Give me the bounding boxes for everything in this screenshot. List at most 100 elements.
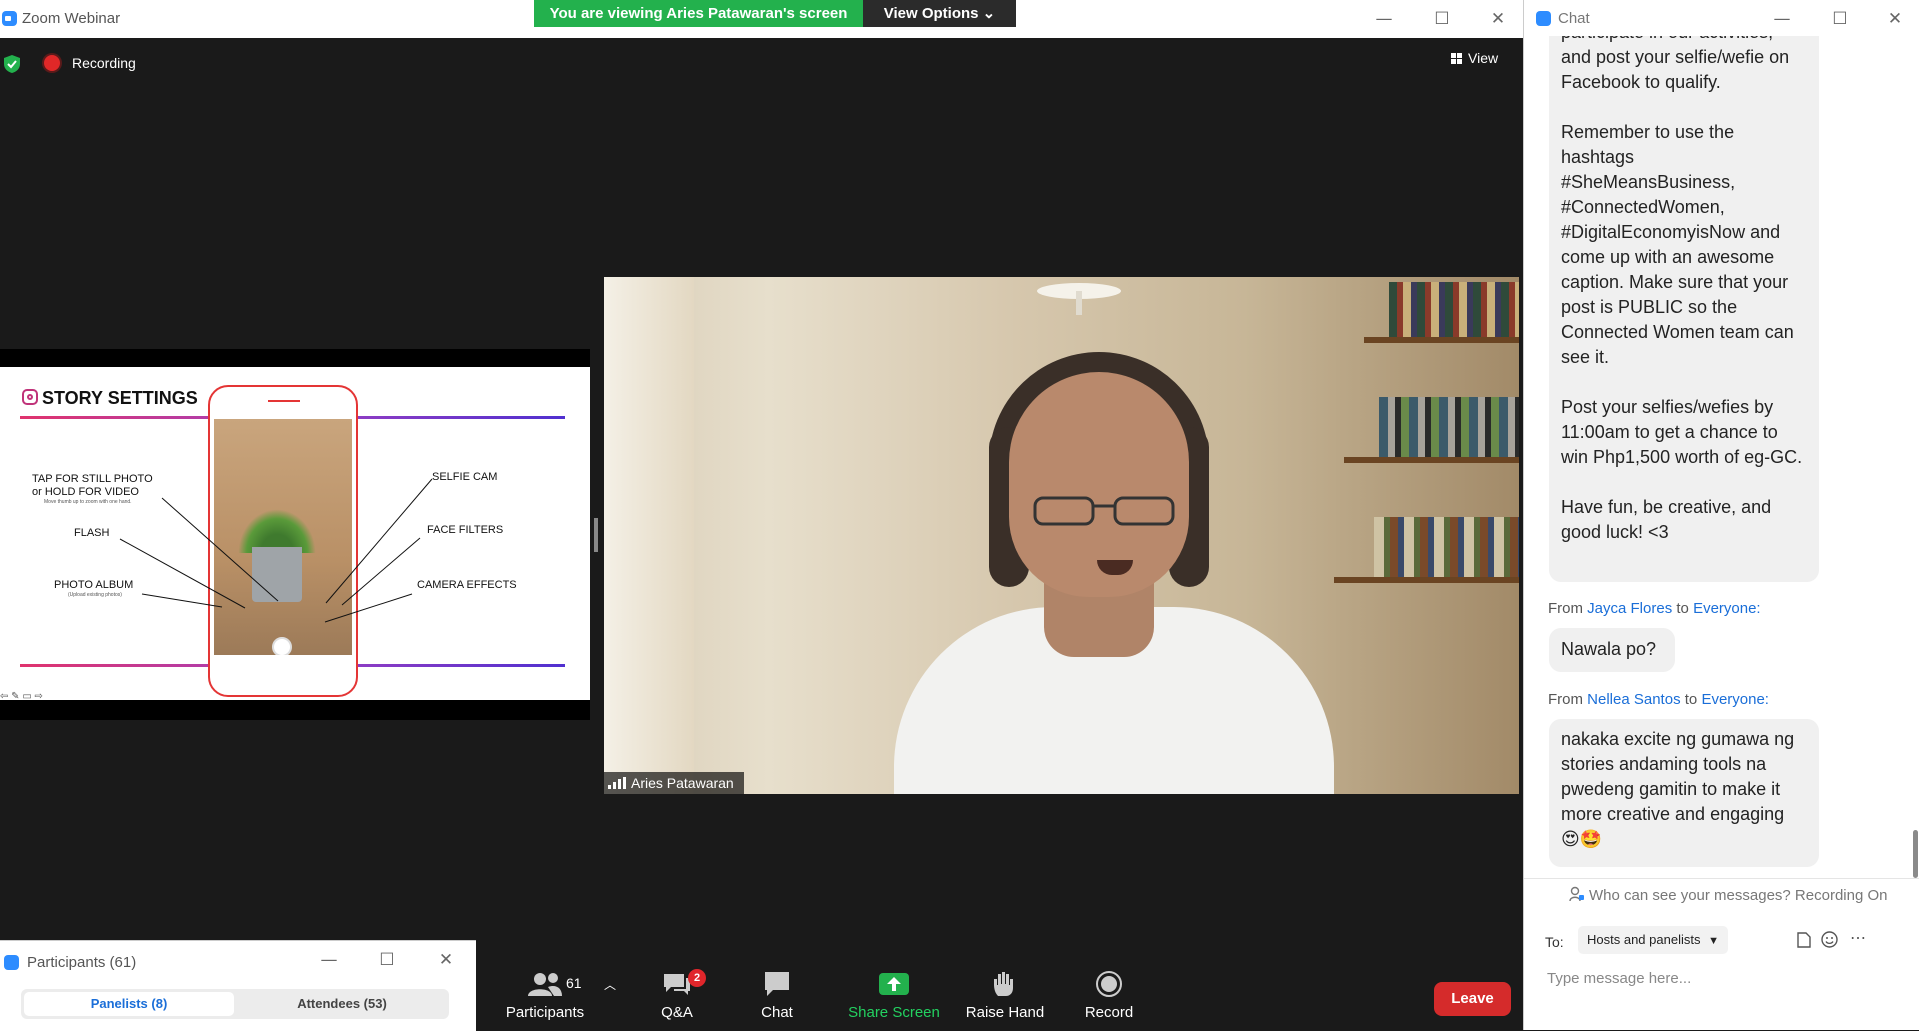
maximize-icon[interactable]: ☐ bbox=[369, 947, 405, 973]
share-screen-icon bbox=[879, 973, 909, 995]
callout-selfie: SELFIE CAM bbox=[432, 471, 498, 483]
tab-panelists[interactable]: Panelists (8) bbox=[24, 992, 234, 1016]
minimize-icon[interactable]: — bbox=[1764, 6, 1800, 32]
emoji-icon[interactable] bbox=[1821, 931, 1838, 948]
zoom-app-icon bbox=[1536, 11, 1551, 26]
callout-flash: FLASH bbox=[74, 527, 110, 539]
chat-notice-text: Who can see your messages? Recording On bbox=[1589, 887, 1888, 904]
participants-label: Participants bbox=[505, 1004, 585, 1021]
raise-hand-label: Raise Hand bbox=[965, 1004, 1045, 1021]
minimize-icon[interactable]: — bbox=[311, 947, 347, 973]
ceiling-fan-icon bbox=[1037, 283, 1121, 315]
to-label: To: bbox=[1545, 934, 1564, 950]
leave-button[interactable]: Leave bbox=[1434, 982, 1511, 1016]
maximize-icon[interactable]: ☐ bbox=[1822, 6, 1858, 32]
chat-message-text: and post your selfie/wefie on Facebook t… bbox=[1561, 47, 1790, 92]
shelf bbox=[1344, 457, 1519, 463]
tab-attendees[interactable]: Attendees (53) bbox=[239, 992, 445, 1016]
chat-visibility-notice[interactable]: Who can see your messages? Recording On bbox=[1569, 886, 1887, 904]
chat-window: Chat — ☐ ✕ participate in our activities… bbox=[1523, 0, 1919, 1030]
callout-effects: CAMERA EFFECTS bbox=[417, 579, 517, 591]
viewing-screen-label: You are viewing Aries Patawaran's screen bbox=[534, 0, 863, 27]
zoom-app-icon bbox=[2, 11, 17, 26]
record-label: Record bbox=[1084, 1004, 1134, 1021]
chat-messages[interactable]: participate in our activities, and post … bbox=[1524, 36, 1919, 876]
glasses-icon bbox=[1033, 496, 1175, 526]
participant-name: Aries Patawaran bbox=[631, 775, 734, 791]
close-icon[interactable]: ✕ bbox=[1877, 6, 1913, 32]
slide-tools[interactable]: ⇦ ✎ ▭ ⇨ bbox=[0, 691, 43, 700]
resize-splitter[interactable] bbox=[594, 518, 598, 552]
shelf bbox=[1334, 577, 1519, 583]
screen-share-banner: You are viewing Aries Patawaran's screen… bbox=[534, 0, 1016, 27]
chat-message-emoji: 😍🤩 bbox=[1561, 829, 1603, 850]
recipient-select-value: Hosts and panelists bbox=[1587, 932, 1701, 947]
callout-tap: TAP FOR STILL PHOTO or HOLD FOR VIDEO bbox=[32, 473, 153, 498]
to-word: to bbox=[1676, 600, 1689, 617]
encryption-shield-icon[interactable] bbox=[4, 55, 20, 73]
close-icon[interactable]: ✕ bbox=[1480, 6, 1516, 32]
participants-window: Participants (61) — ☐ ✕ Panelists (8) At… bbox=[0, 940, 476, 1031]
bookshelf-books bbox=[1389, 282, 1519, 337]
more-options-icon[interactable]: ⋯ bbox=[1850, 928, 1866, 948]
minimize-icon[interactable]: — bbox=[1366, 6, 1402, 32]
recording-label: Recording bbox=[72, 55, 136, 71]
participants-icon bbox=[528, 973, 562, 996]
raise-hand-icon bbox=[994, 972, 1013, 996]
participants-window-title: Participants (61) bbox=[27, 954, 137, 971]
video-tile bbox=[604, 277, 1519, 794]
chat-message-text: Nawala po? bbox=[1561, 639, 1657, 659]
recording-indicator-icon bbox=[44, 55, 60, 71]
close-icon[interactable]: ✕ bbox=[428, 947, 464, 973]
zoom-app-icon bbox=[4, 955, 19, 970]
callout-album-sub: (Upload existing photos) bbox=[68, 592, 122, 598]
chevron-up-icon[interactable]: ︿ bbox=[604, 976, 616, 993]
video-name-tag: Aries Patawaran bbox=[604, 772, 744, 794]
chevron-down-icon: ▼ bbox=[1708, 935, 1719, 947]
view-button[interactable]: View bbox=[1451, 50, 1498, 66]
qa-unread-badge: 2 bbox=[688, 969, 706, 987]
recipient-select[interactable]: Hosts and panelists ▼ bbox=[1578, 926, 1728, 954]
shelf bbox=[1364, 337, 1519, 343]
maximize-icon[interactable]: ☐ bbox=[1424, 6, 1460, 32]
callout-filters: FACE FILTERS bbox=[427, 524, 504, 536]
record-icon bbox=[1096, 971, 1122, 997]
share-screen-label: Share Screen bbox=[848, 1004, 940, 1021]
chat-message: participate in our activities, and post … bbox=[1549, 36, 1819, 582]
chat-window-title: Chat bbox=[1558, 10, 1590, 27]
window-title: Zoom Webinar bbox=[22, 10, 121, 27]
chat-message-text: participate in our activities, bbox=[1561, 36, 1807, 45]
chat-message: nakaka excite ng gumawa ng stories andam… bbox=[1549, 719, 1819, 867]
chat-sender-line: From Jayca Flores to Everyone: bbox=[1548, 600, 1761, 617]
person-lock-icon bbox=[1569, 886, 1584, 902]
chat-sender-line: From Nellea Santos to Everyone: bbox=[1548, 691, 1769, 708]
sender-name[interactable]: Nellea Santos bbox=[1587, 691, 1680, 708]
chat-scrollbar[interactable] bbox=[1913, 830, 1918, 878]
callout-album: PHOTO ALBUM bbox=[54, 579, 134, 591]
grid-view-icon bbox=[1451, 53, 1462, 64]
sender-name[interactable]: Jayca Flores bbox=[1587, 600, 1672, 617]
recipient-name[interactable]: Everyone: bbox=[1693, 600, 1761, 617]
recipient-name[interactable]: Everyone: bbox=[1701, 691, 1769, 708]
chat-icon bbox=[765, 972, 789, 996]
connection-signal-icon bbox=[608, 777, 626, 789]
record-button[interactable]: Record bbox=[1083, 970, 1135, 1021]
bookshelf-books bbox=[1374, 517, 1519, 577]
shared-screen: STORY SETTINGS TAP FOR STILL PHOTO or HO… bbox=[0, 349, 590, 720]
chat-button[interactable]: Chat bbox=[756, 970, 798, 1021]
to-word: to bbox=[1684, 691, 1698, 708]
file-icon[interactable] bbox=[1797, 932, 1811, 948]
chat-message-text: Have fun, be creative, and good luck! <3 bbox=[1561, 497, 1772, 542]
from-prefix: From bbox=[1548, 600, 1583, 617]
view-options-button[interactable]: View Options ⌄ bbox=[863, 0, 1016, 27]
callout-tap-sub: Move thumb up to zoom with one hand. bbox=[44, 499, 132, 505]
slide: STORY SETTINGS TAP FOR STILL PHOTO or HO… bbox=[0, 367, 590, 700]
raise-hand-button[interactable]: Raise Hand bbox=[964, 970, 1046, 1021]
chat-message-input[interactable] bbox=[1545, 964, 1909, 992]
chat-message: Nawala po? bbox=[1549, 628, 1675, 672]
share-screen-button[interactable]: Share Screen bbox=[842, 970, 946, 1021]
participants-count: 61 bbox=[566, 975, 582, 991]
qa-label: Q&A bbox=[661, 1004, 693, 1021]
chat-message-text: Remember to use the hashtags #SheMeansBu… bbox=[1561, 122, 1794, 367]
chat-divider bbox=[1524, 878, 1919, 879]
